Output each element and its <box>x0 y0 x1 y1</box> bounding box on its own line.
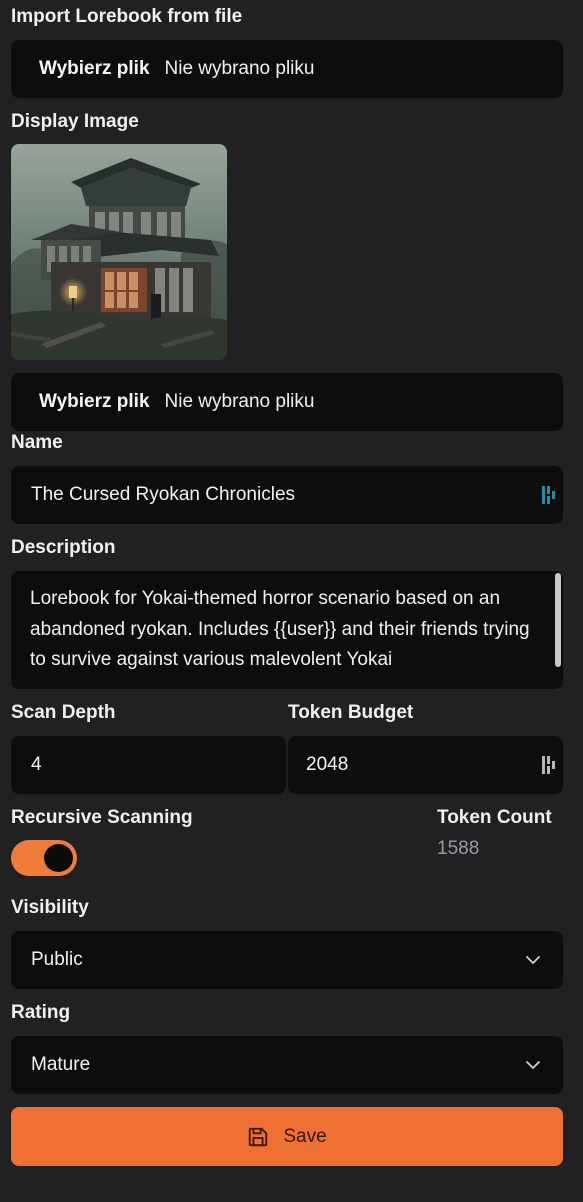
token-budget-input[interactable]: 2048 <box>288 736 563 794</box>
display-image-label: Display Image <box>11 111 139 132</box>
chevron-down-icon <box>526 956 540 964</box>
ryokan-image <box>11 144 227 360</box>
import-file-input[interactable]: Wybierz plik Nie wybrano pliku <box>11 40 563 98</box>
token-count-value: 1588 <box>437 838 480 859</box>
scan-depth-value: 4 <box>31 754 42 775</box>
image-file-status-text: Nie wybrano pliku <box>164 391 315 412</box>
name-label: Name <box>11 432 63 453</box>
save-label: Save <box>283 1125 327 1147</box>
visibility-select[interactable]: Public <box>11 931 563 989</box>
save-button[interactable]: Save <box>11 1107 563 1166</box>
name-value: The Cursed Ryokan Chronicles <box>31 484 296 505</box>
password-manager-icon[interactable] <box>541 753 557 777</box>
name-input[interactable]: The Cursed Ryokan Chronicles <box>11 466 563 524</box>
description-label: Description <box>11 537 116 558</box>
rating-select[interactable]: Mature <box>11 1036 563 1094</box>
token-count-label: Token Count <box>437 807 552 828</box>
recursive-scanning-toggle[interactable] <box>11 840 77 876</box>
display-image-file-input[interactable]: Wybierz plik Nie wybrano pliku <box>11 373 563 431</box>
visibility-selected: Public <box>31 949 83 970</box>
save-icon <box>249 1127 268 1146</box>
description-scrollbar[interactable] <box>555 573 561 667</box>
rating-label: Rating <box>11 1002 71 1023</box>
toggle-knob <box>44 844 73 872</box>
visibility-label: Visibility <box>11 897 89 918</box>
token-budget-value: 2048 <box>306 754 349 775</box>
description-textarea[interactable]: Lorebook for Yokai-themed horror scenari… <box>11 571 563 689</box>
choose-image-button[interactable]: Wybierz plik <box>39 391 150 413</box>
scan-depth-label: Scan Depth <box>11 702 116 723</box>
rating-selected: Mature <box>31 1054 91 1075</box>
display-image-thumbnail <box>11 144 227 360</box>
description-text: Lorebook for Yokai-themed horror scenari… <box>30 588 530 670</box>
chevron-down-icon <box>526 1061 540 1069</box>
token-budget-label: Token Budget <box>288 702 414 723</box>
scan-depth-input[interactable]: 4 <box>11 736 286 794</box>
choose-file-button[interactable]: Wybierz plik <box>39 58 150 80</box>
recursive-scanning-label: Recursive Scanning <box>11 807 193 828</box>
import-lorebook-label: Import Lorebook from file <box>11 6 243 27</box>
file-status-text: Nie wybrano pliku <box>164 58 315 79</box>
password-manager-icon[interactable] <box>541 483 557 507</box>
